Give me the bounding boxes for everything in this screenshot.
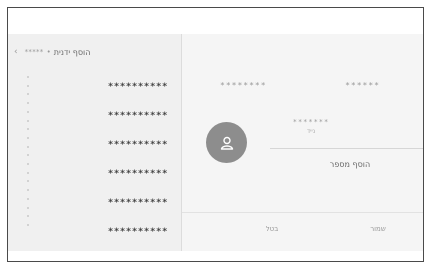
contact-subtitle: נייד — [306, 128, 316, 135]
footer-divider — [182, 212, 423, 213]
left-panel: ‹ ***** • הוסף ידנית ********** ********… — [8, 34, 181, 251]
list-item[interactable]: ********** — [68, 188, 168, 217]
contact-list: ********** ********** ********** *******… — [68, 72, 168, 246]
name-row[interactable]: ******** ****** — [220, 81, 380, 90]
list-item[interactable]: ********** — [68, 159, 168, 188]
device-frame: ‹ ***** • הוסף ידנית ********** ********… — [7, 7, 424, 262]
back-button[interactable]: ‹ ***** • הוסף ידנית — [14, 44, 174, 60]
first-name: ******** — [220, 81, 267, 90]
contact-stars: ******* — [292, 118, 330, 126]
back-label: הוסף ידנית — [53, 47, 91, 57]
list-item[interactable]: ********** — [68, 217, 168, 246]
person-icon — [220, 136, 233, 150]
cancel-button[interactable]: בטל — [252, 220, 292, 238]
list-item[interactable]: ********** — [68, 130, 168, 159]
chevron-left-icon: ‹ — [14, 47, 18, 57]
screen: ‹ ***** • הוסף ידנית ********** ********… — [8, 34, 423, 251]
back-stars: ***** — [24, 48, 44, 56]
right-panel: ******** ****** ******* נייד הוסף מספר ב… — [182, 34, 423, 251]
back-separator: • — [46, 48, 51, 56]
contact-info: ******* נייד — [276, 118, 346, 135]
save-button[interactable]: שמור — [358, 220, 398, 238]
list-item[interactable]: ********** — [68, 101, 168, 130]
field-divider — [270, 148, 423, 149]
add-number-button[interactable]: הוסף מספר — [300, 160, 400, 169]
list-item[interactable]: ********** — [68, 72, 168, 101]
scroll-indicator[interactable] — [26, 76, 29, 226]
last-name: ****** — [345, 81, 380, 90]
avatar[interactable] — [206, 122, 247, 163]
